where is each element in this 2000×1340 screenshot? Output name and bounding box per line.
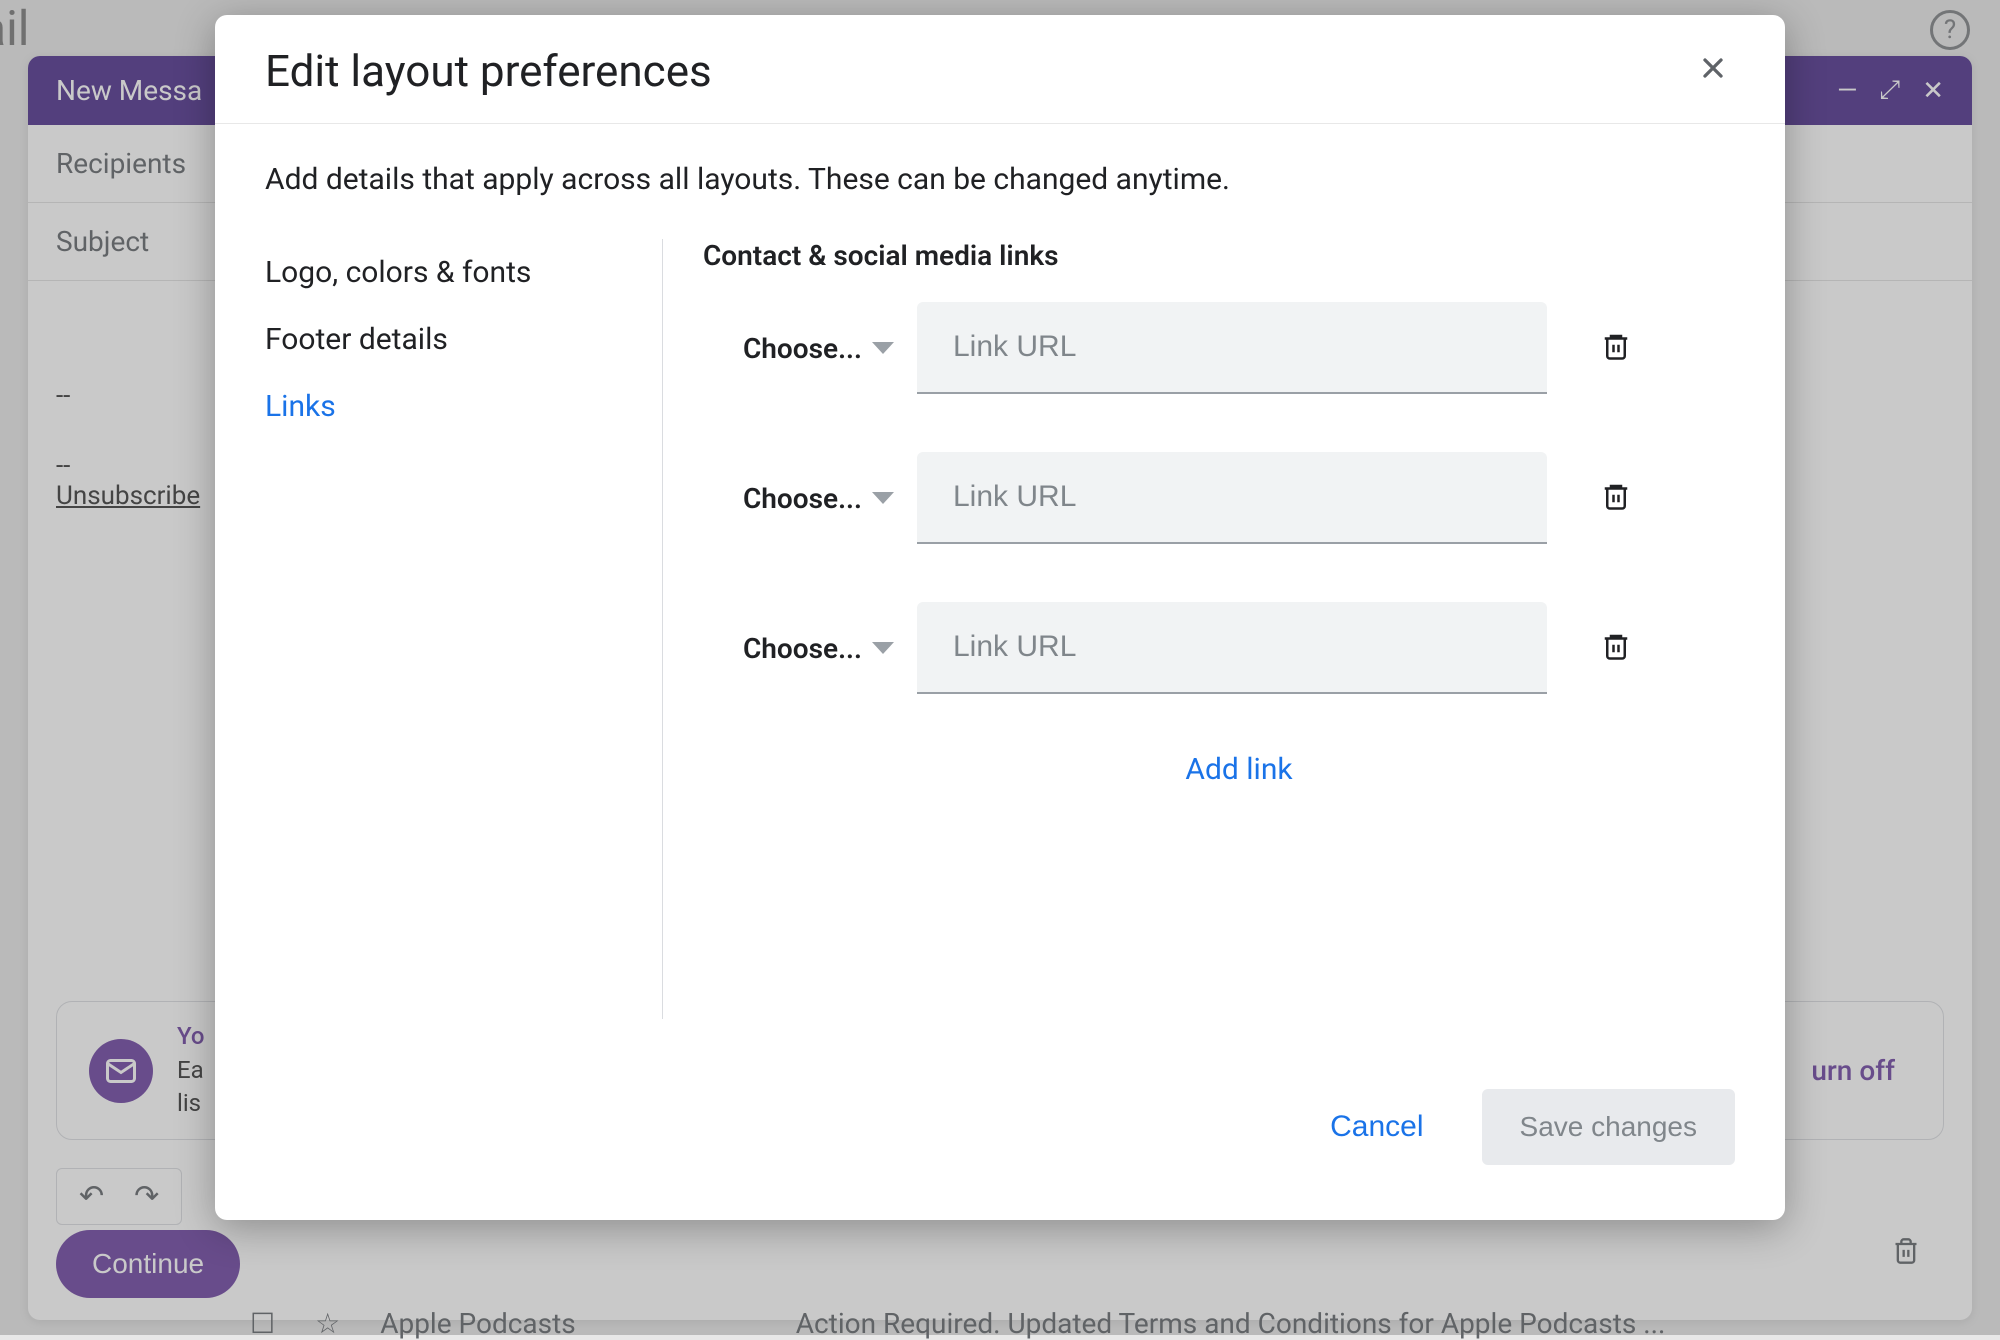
link-url-input[interactable] xyxy=(917,602,1547,694)
sidebar-item-links[interactable]: Links xyxy=(265,373,632,440)
chevron-down-icon xyxy=(872,642,894,654)
link-type-dropdown[interactable]: Choose... xyxy=(703,332,893,365)
links-panel: Contact & social media links Choose... xyxy=(663,239,1735,1019)
delete-link-button[interactable] xyxy=(1601,331,1631,365)
save-changes-button[interactable]: Save changes xyxy=(1482,1089,1735,1165)
delete-link-button[interactable] xyxy=(1601,481,1631,515)
sidebar-item-logo-colors-fonts[interactable]: Logo, colors & fonts xyxy=(265,239,632,306)
add-link-button[interactable]: Add link xyxy=(703,752,1735,787)
modal-subtitle: Add details that apply across all layout… xyxy=(265,162,1735,197)
modal-header: Edit layout preferences xyxy=(215,15,1785,124)
modal-body: Add details that apply across all layout… xyxy=(215,124,1785,1069)
preferences-sidebar: Logo, colors & fonts Footer details Link… xyxy=(265,239,663,1019)
chevron-down-icon xyxy=(872,492,894,504)
modal-title: Edit layout preferences xyxy=(265,45,712,97)
link-url-input[interactable] xyxy=(917,452,1547,544)
modal-overlay: Edit layout preferences Add details that… xyxy=(0,0,2000,1335)
section-title: Contact & social media links xyxy=(703,239,1735,272)
close-modal-button[interactable] xyxy=(1691,45,1735,97)
cancel-button[interactable]: Cancel xyxy=(1310,1094,1443,1160)
link-row: Choose... xyxy=(703,452,1735,544)
modal-footer: Cancel Save changes xyxy=(215,1069,1785,1220)
link-type-dropdown[interactable]: Choose... xyxy=(703,632,893,665)
link-type-dropdown[interactable]: Choose... xyxy=(703,482,893,515)
link-row: Choose... xyxy=(703,602,1735,694)
chevron-down-icon xyxy=(872,342,894,354)
delete-link-button[interactable] xyxy=(1601,631,1631,665)
edit-layout-preferences-modal: Edit layout preferences Add details that… xyxy=(215,15,1785,1220)
link-url-input[interactable] xyxy=(917,302,1547,394)
dropdown-label: Choose... xyxy=(743,332,862,365)
link-row: Choose... xyxy=(703,302,1735,394)
dropdown-label: Choose... xyxy=(743,482,862,515)
dropdown-label: Choose... xyxy=(743,632,862,665)
sidebar-item-footer-details[interactable]: Footer details xyxy=(265,306,632,373)
